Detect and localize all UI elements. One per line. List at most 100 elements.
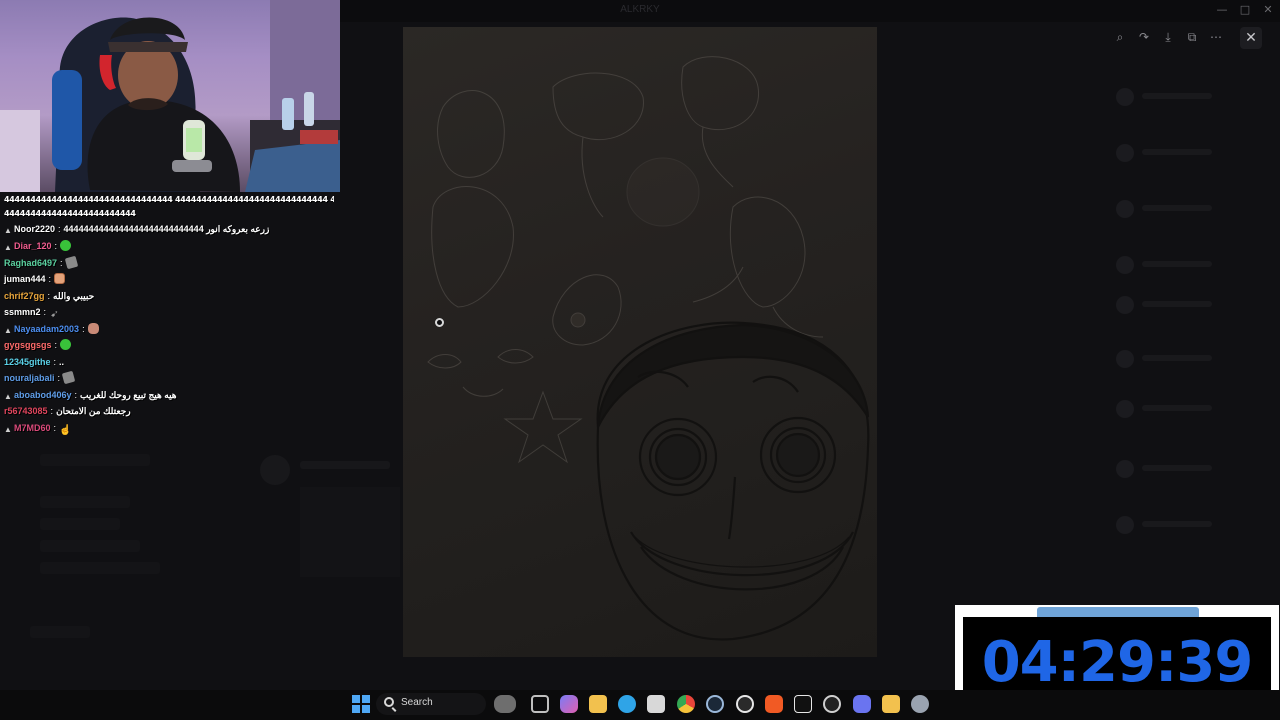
channel-item[interactable] <box>40 496 130 508</box>
member-item[interactable] <box>1116 144 1266 162</box>
green-emote-icon <box>60 339 72 350</box>
green-emote-icon <box>60 240 72 251</box>
maximize-button[interactable]: □ <box>1237 3 1253 16</box>
chat-text: حبيبي والله <box>53 291 95 301</box>
arm-emote-icon: ☝ <box>59 425 72 436</box>
start-button[interactable] <box>352 695 370 713</box>
member-item[interactable] <box>1116 296 1266 314</box>
chat-text: رجعتلك من الامتحان <box>56 406 131 416</box>
chat-message: ▲ Diar_120: <box>4 238 340 254</box>
search-icon <box>384 697 394 707</box>
timer-value: 04:29:39 <box>981 630 1254 695</box>
settings-icon[interactable] <box>911 695 929 713</box>
chat-text: هيه هيج تبيع روحك للغريب <box>80 390 177 400</box>
chat-username[interactable]: Raghad6497 <box>4 258 57 268</box>
obs-icon[interactable] <box>736 695 754 713</box>
windows-logo-icon <box>352 695 360 703</box>
chat-spam-line: 44444444444444444444444444444444 4444444… <box>4 195 334 204</box>
app-yellow-icon[interactable] <box>882 695 900 713</box>
window-close-button[interactable]: ✕ <box>1260 3 1276 16</box>
chat-badge-icon: ▲ <box>4 392 12 401</box>
webcam-feed <box>0 0 340 192</box>
edge-icon[interactable] <box>618 695 636 713</box>
channel-item[interactable] <box>40 562 160 574</box>
member-item[interactable] <box>1116 200 1266 218</box>
chat-spam-line: 4444444444444444444444444 <box>4 209 136 218</box>
chat-username[interactable]: Diar_120 <box>14 241 52 251</box>
chat-message: nouraljabali: <box>4 370 340 386</box>
member-item[interactable] <box>1116 256 1266 274</box>
chat-username[interactable]: gygsggsgs <box>4 340 52 350</box>
minimize-button[interactable]: — <box>1214 3 1230 16</box>
streamer-illustration <box>0 0 340 192</box>
viewer-close-button[interactable]: ✕ <box>1240 27 1262 49</box>
chat-username[interactable]: Noor2220 <box>14 224 55 234</box>
window-title: ALKRKY <box>620 4 660 15</box>
chat-message: ▲ aboabod406y: هيه هيج تبيع روحك للغريب <box>4 390 177 401</box>
chat-username[interactable]: nouraljabali <box>4 373 55 383</box>
more-icon[interactable]: ⋯ <box>1207 28 1225 46</box>
member-list <box>1100 60 1280 620</box>
stream-chat: 44444444444444444444444444444444 4444444… <box>0 194 340 436</box>
widgets-icon[interactable] <box>494 695 516 713</box>
chat-username[interactable]: aboabod406y <box>14 390 72 400</box>
stone-emote-icon <box>61 370 76 385</box>
screen: ALKRKY — □ ✕ ⌕ ↷ ⤓ ⧉ ⋯ ✕ 444444444444444… <box>0 0 1280 720</box>
brave-icon[interactable] <box>765 695 783 713</box>
hand-emote-icon <box>87 323 99 334</box>
steam-icon[interactable] <box>706 695 724 713</box>
chat-username[interactable]: chrif27gg <box>4 291 45 301</box>
chat-message: ssmmn2: ➹ <box>4 307 59 320</box>
drawing-sketch <box>427 56 870 641</box>
chat-message: Raghad6497: <box>4 255 340 271</box>
member-item[interactable] <box>1116 400 1266 418</box>
store-icon[interactable] <box>647 695 665 713</box>
channel-item[interactable] <box>40 454 150 466</box>
chat-username[interactable]: 12345githe <box>4 357 51 367</box>
channel-item[interactable] <box>40 518 120 530</box>
chat-message: r56743085: رجعتلك من الامتحان <box>4 406 131 416</box>
drawing-photo[interactable] <box>403 27 877 657</box>
image-viewer-toolbar: ⌕ ↷ ⤓ ⧉ ⋯ <box>1105 26 1230 48</box>
wolf-emote-icon: ➹ <box>50 309 59 320</box>
chat-username[interactable]: r56743085 <box>4 406 48 416</box>
redo-icon[interactable]: ↷ <box>1135 28 1153 46</box>
discord-icon[interactable] <box>853 695 871 713</box>
open-external-icon[interactable]: ⧉ <box>1183 28 1201 46</box>
user-panel <box>30 626 90 638</box>
channel-item[interactable] <box>40 540 140 552</box>
task-view-icon[interactable] <box>531 695 549 713</box>
chat-username[interactable]: ssmmn2 <box>4 307 41 317</box>
chrome-icon[interactable] <box>677 695 695 713</box>
chat-badge-icon: ▲ <box>4 326 12 335</box>
chat-message: ▲ M7MD60: ☝ <box>4 423 72 436</box>
taskbar-search[interactable]: Search <box>376 693 486 715</box>
member-item[interactable] <box>1116 516 1266 534</box>
chat-message: 12345githe:.. <box>4 357 65 367</box>
member-item[interactable] <box>1116 460 1266 478</box>
chat-text: .. <box>59 357 65 367</box>
background-message <box>260 455 400 577</box>
chat-message: juman444: <box>4 271 340 287</box>
chat-badge-icon: ▲ <box>4 243 12 252</box>
chat-username[interactable]: juman444 <box>4 274 46 284</box>
download-icon[interactable]: ⤓ <box>1159 28 1177 46</box>
chat-username[interactable]: Nayaadam2003 <box>14 324 79 334</box>
stone-emote-icon <box>64 255 78 270</box>
streamlabs-icon[interactable] <box>823 695 841 713</box>
taskbar <box>0 690 1280 720</box>
file-explorer-icon[interactable] <box>589 695 607 713</box>
member-item[interactable] <box>1116 88 1266 106</box>
chat-message: chrif27gg: حبيبي والله <box>4 291 95 301</box>
channel-list <box>0 440 245 690</box>
chat-username[interactable]: M7MD60 <box>14 423 51 433</box>
chat-message: ▲ Nayaadam2003: <box>4 321 340 337</box>
zoom-icon[interactable]: ⌕ <box>1111 28 1129 46</box>
copilot-icon[interactable] <box>560 695 578 713</box>
chat-badge-icon: ▲ <box>4 425 12 434</box>
capcut-icon[interactable] <box>794 695 812 713</box>
face-emote-icon <box>54 273 66 284</box>
chat-badge-icon: ▲ <box>4 226 12 235</box>
member-item[interactable] <box>1116 350 1266 368</box>
chat-message: ▲ Noor2220: زرعه بعروكه انور 4444444444444… <box>4 224 270 235</box>
